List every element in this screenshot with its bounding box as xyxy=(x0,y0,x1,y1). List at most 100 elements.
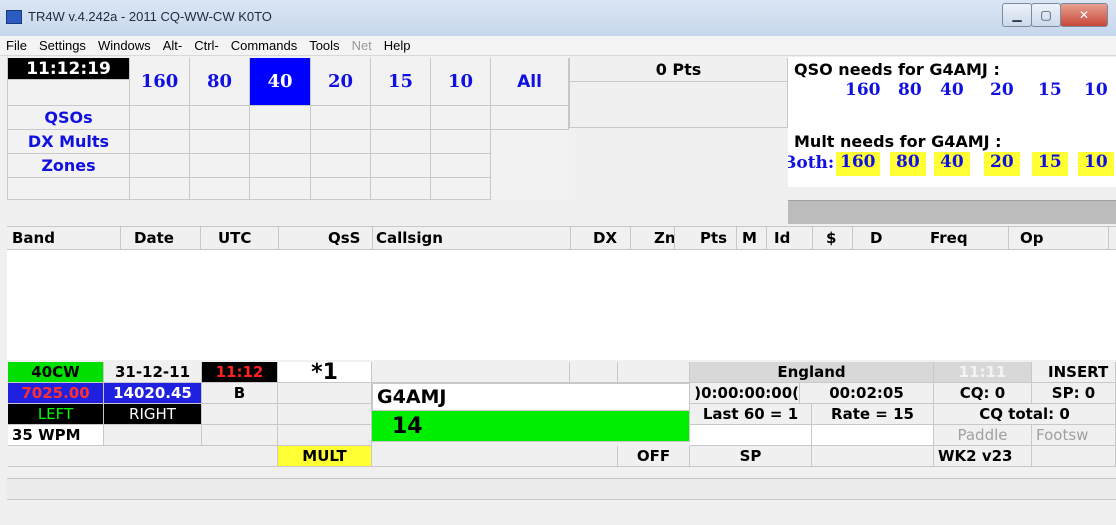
clock: 11:12:19 xyxy=(8,58,130,80)
mult-needs-10: 10 xyxy=(1078,152,1114,176)
window-title: TR4W v.4.242a - 2011 CQ-WW-CW K0TO xyxy=(28,9,272,24)
mult-needs-80: 80 xyxy=(890,152,926,176)
serial-number: *1 xyxy=(278,362,372,383)
timer-1: )0:00:00:00( xyxy=(690,383,800,404)
cq-total: CQ total: 0 xyxy=(934,404,1116,425)
off-indicator: OFF xyxy=(618,446,690,467)
status-r1-blank2 xyxy=(570,362,618,383)
summary-cell xyxy=(311,106,371,130)
col-divider xyxy=(766,227,767,249)
paddle-status: Paddle xyxy=(934,425,1032,446)
rate-display: Rate = 15 xyxy=(812,404,934,425)
right-radio[interactable]: RIGHT xyxy=(104,404,202,425)
row-label-qsos: QSOs xyxy=(8,106,130,130)
col-divider xyxy=(1108,227,1109,249)
menu-help[interactable]: Help xyxy=(378,36,417,55)
summary-cell xyxy=(431,178,491,200)
minimize-button[interactable]: ▁ xyxy=(1002,3,1032,27)
mult-needs-20: 20 xyxy=(984,152,1020,176)
exchange-entry[interactable]: 14 xyxy=(372,411,690,442)
clock-sub xyxy=(8,80,130,106)
row-label-zones: Zones xyxy=(8,154,130,178)
band-160[interactable]: 160 xyxy=(130,58,190,106)
status-r3-blank2 xyxy=(278,404,372,425)
mult-needs-40: 40 xyxy=(934,152,970,176)
keyer-version: WK2 v23 xyxy=(934,446,1032,467)
col-divider xyxy=(736,227,737,249)
points-sub xyxy=(569,82,788,128)
col-divider xyxy=(630,227,631,249)
qso-needs-20: 20 xyxy=(990,80,1014,100)
band-all[interactable]: All xyxy=(491,58,569,106)
summary-cell xyxy=(371,130,431,154)
status-r5-blank3 xyxy=(812,446,934,467)
sp-mode: SP xyxy=(690,446,812,467)
menu-commands[interactable]: Commands xyxy=(225,36,303,55)
mult-needs-15: 15 xyxy=(1032,152,1068,176)
col-divider xyxy=(852,227,853,249)
log-area[interactable] xyxy=(7,250,1116,360)
qso-needs-label: QSO needs for G4AMJ : xyxy=(794,60,1000,79)
col-divider xyxy=(372,227,373,249)
menu-ctrl[interactable]: Ctrl- xyxy=(188,36,225,55)
qso-needs-40: 40 xyxy=(940,80,964,100)
summary-cell xyxy=(250,106,311,130)
menu-net[interactable]: Net xyxy=(346,36,378,55)
menu-windows[interactable]: Windows xyxy=(92,36,157,55)
close-button[interactable]: ✕ xyxy=(1060,3,1108,27)
col-divider xyxy=(200,227,201,249)
summary-cell xyxy=(190,130,250,154)
progress-bar xyxy=(788,200,1116,224)
points-display: 0 Pts xyxy=(569,58,788,82)
band-mode: 40CW xyxy=(8,362,104,383)
time-display: 11:12 xyxy=(202,362,278,383)
band-20[interactable]: 20 xyxy=(311,58,371,106)
summary-cell xyxy=(431,130,491,154)
band-80[interactable]: 80 xyxy=(190,58,250,106)
menu-alt[interactable]: Alt- xyxy=(157,36,189,55)
summary-cell xyxy=(130,154,190,178)
summary-cell xyxy=(371,106,431,130)
maximize-button[interactable]: ▢ xyxy=(1031,3,1061,27)
summary-cell xyxy=(130,178,190,200)
summary-cell xyxy=(371,154,431,178)
status-r4-blank2 xyxy=(202,425,278,446)
menu-bar: File Settings Windows Alt- Ctrl- Commands Tool… xyxy=(0,36,1116,56)
band-10[interactable]: 10 xyxy=(431,58,491,106)
qso-needs-80: 80 xyxy=(898,80,922,100)
dim-time: 11:11 xyxy=(934,362,1032,383)
col-divider xyxy=(120,227,121,249)
band-15[interactable]: 15 xyxy=(371,58,431,106)
menu-file[interactable]: File xyxy=(0,36,33,55)
col-divider xyxy=(570,227,571,249)
title-bar: TR4W v.4.242a - 2011 CQ-WW-CW K0TO ▁ ▢ ✕ xyxy=(0,0,1116,36)
left-radio[interactable]: LEFT xyxy=(8,404,104,425)
band-40-active[interactable]: 40 xyxy=(250,58,311,106)
status-r5-blank4 xyxy=(1032,446,1116,467)
summary-cell xyxy=(190,178,250,200)
callsign-entry[interactable]: G4AMJ xyxy=(372,383,690,411)
status-r2-blank xyxy=(278,383,372,404)
insert-mode[interactable]: INSERT xyxy=(1032,362,1116,383)
menu-settings[interactable]: Settings xyxy=(33,36,92,55)
summary-cell xyxy=(431,106,491,130)
last60-rate: Last 60 = 1 xyxy=(690,404,812,425)
summary-cell xyxy=(250,130,311,154)
wpm-display[interactable]: 35 WPM xyxy=(8,425,104,446)
status-line-1 xyxy=(7,478,1116,500)
col-divider xyxy=(674,227,675,249)
summary-cell xyxy=(130,130,190,154)
summary-cell xyxy=(250,154,311,178)
menu-tools[interactable]: Tools xyxy=(303,36,345,55)
cq-count: CQ: 0 xyxy=(934,383,1032,404)
col-divider xyxy=(278,227,279,249)
col-dividers xyxy=(0,227,1116,249)
summary-cell xyxy=(491,106,569,130)
summary-cell xyxy=(311,178,371,200)
mult-needs-160: 160 xyxy=(836,152,880,176)
status-r1-blank3 xyxy=(618,362,690,383)
qso-needs-15: 15 xyxy=(1038,80,1062,100)
summary-cell xyxy=(311,154,371,178)
summary-cell xyxy=(190,106,250,130)
mult-indicator: MULT xyxy=(278,446,372,467)
